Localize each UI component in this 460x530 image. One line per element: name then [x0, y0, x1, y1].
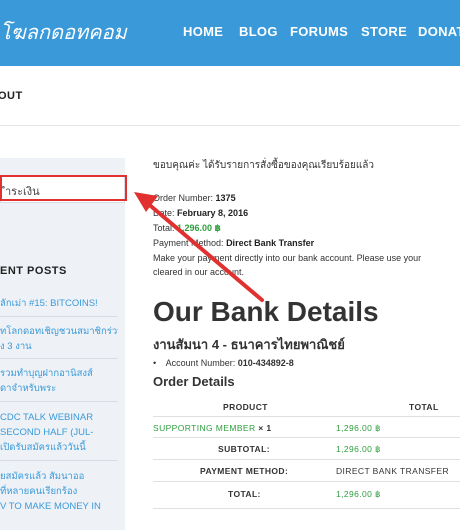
- divider: [0, 316, 118, 317]
- order-details-heading: Order Details: [153, 374, 235, 389]
- page-title-bar: OUT: [0, 66, 460, 126]
- product-qty: × 1: [258, 423, 272, 433]
- product-link[interactable]: SUPPORTING MEMBER: [153, 423, 256, 433]
- nav-forums[interactable]: FORUMS: [290, 24, 348, 39]
- order-number-line: Order Number: 1375: [153, 193, 236, 203]
- page-title: OUT: [0, 90, 23, 102]
- order-number: 1375: [215, 193, 236, 203]
- recent-post-5-line2[interactable]: ที่หลายคนเรียกร้อง: [0, 484, 118, 499]
- recent-posts-heading: ENT POSTS: [0, 265, 67, 277]
- divider: [153, 459, 460, 460]
- divider: [153, 416, 460, 417]
- subtotal-value: 1,296.00 ฿: [336, 444, 381, 454]
- divider: [0, 460, 118, 461]
- payment-method-row-value: DIRECT BANK TRANSFER: [336, 466, 450, 476]
- order-total-label: Total:: [153, 223, 175, 233]
- order-date-line: Date: February 8, 2016: [153, 208, 248, 218]
- nav-blog[interactable]: BLOG: [239, 24, 278, 39]
- nav-donate[interactable]: DONAT: [418, 24, 460, 39]
- order-number-label: Order Number:: [153, 193, 214, 203]
- divider: [153, 437, 460, 438]
- bank-name: งานสัมนา 4 - ธนาคารไทยพาณิชย์: [153, 337, 345, 352]
- bullet-icon: •: [153, 358, 164, 368]
- account-number: 010-434892-8: [237, 358, 294, 368]
- top-nav-bar: โฆลกดอทคอม HOME BLOG FORUMS STORE DONAT: [0, 0, 460, 66]
- nav-store[interactable]: STORE: [361, 24, 407, 39]
- recent-post-5-line3[interactable]: V TO MAKE MONEY IN: [0, 499, 118, 514]
- order-total: 1,296.00 ฿: [177, 223, 221, 233]
- recent-post-4-line3[interactable]: เปิดรับสมัครแล้ววันนี้: [0, 440, 118, 455]
- order-date: February 8, 2016: [177, 208, 249, 218]
- item-total: 1,296.00 ฿: [336, 423, 381, 433]
- site-logo[interactable]: โฆลกดอทคอม: [0, 16, 127, 48]
- recent-post-1[interactable]: ลักเม่า #15: BITCOINS!: [0, 296, 118, 311]
- payment-method-label: Payment Method:: [153, 238, 224, 248]
- recent-post-2-line2[interactable]: ง 3 งาน: [0, 339, 118, 354]
- total-label: TOTAL:: [228, 489, 261, 499]
- account-number-line: • Account Number: 010-434892-8: [153, 358, 294, 368]
- divider: [153, 508, 460, 509]
- account-number-label: Account Number:: [165, 358, 236, 368]
- sidebar: ำระเงิน ENT POSTS ลักเม่า #15: BITCOINS!…: [0, 158, 125, 530]
- divider: [0, 358, 118, 359]
- recent-post-3-line2[interactable]: ดาจำหรับพระ: [0, 381, 118, 396]
- annotation-highlight-box: [0, 175, 127, 201]
- payment-method-row-label: PAYMENT METHOD:: [200, 466, 289, 476]
- payment-method-line: Payment Method: Direct Bank Transfer: [153, 238, 314, 248]
- total-value: 1,296.00 ฿: [336, 489, 381, 499]
- divider: [153, 481, 460, 482]
- recent-post-4-line2[interactable]: SECOND HALF (JUL-: [0, 425, 118, 440]
- divider: [0, 401, 118, 402]
- recent-post-4[interactable]: CDC TALK WEBINAR: [0, 410, 118, 425]
- order-total-line: Total: 1,296.00 ฿: [153, 223, 221, 234]
- bank-details-heading: Our Bank Details: [153, 296, 379, 327]
- col-total-header: TOTAL: [409, 402, 439, 412]
- nav-home[interactable]: HOME: [183, 24, 223, 39]
- recent-post-2[interactable]: ทโลกดอทเชิญชวนสมาชิกร่วม: [0, 324, 118, 339]
- col-product-header: PRODUCT: [223, 402, 268, 412]
- payment-method: Direct Bank Transfer: [226, 238, 315, 248]
- table-row-item: SUPPORTING MEMBER × 1: [153, 423, 272, 433]
- recent-post-5[interactable]: ยสมัครแล้ว สัมนาออ: [0, 469, 118, 484]
- thank-you-message: ขอบคุณค่ะ ได้รับรายการสั่งซื้อของคุณเรีย…: [153, 160, 375, 171]
- recent-post-3[interactable]: รวมทำบุญฝากอานิสงส์: [0, 366, 118, 381]
- payment-note-line2: cleared in our account.: [153, 267, 245, 277]
- order-date-label: Date:: [153, 208, 175, 218]
- subtotal-label: SUBTOTAL:: [218, 444, 270, 454]
- payment-note: Make your payment directly into our bank…: [153, 253, 422, 263]
